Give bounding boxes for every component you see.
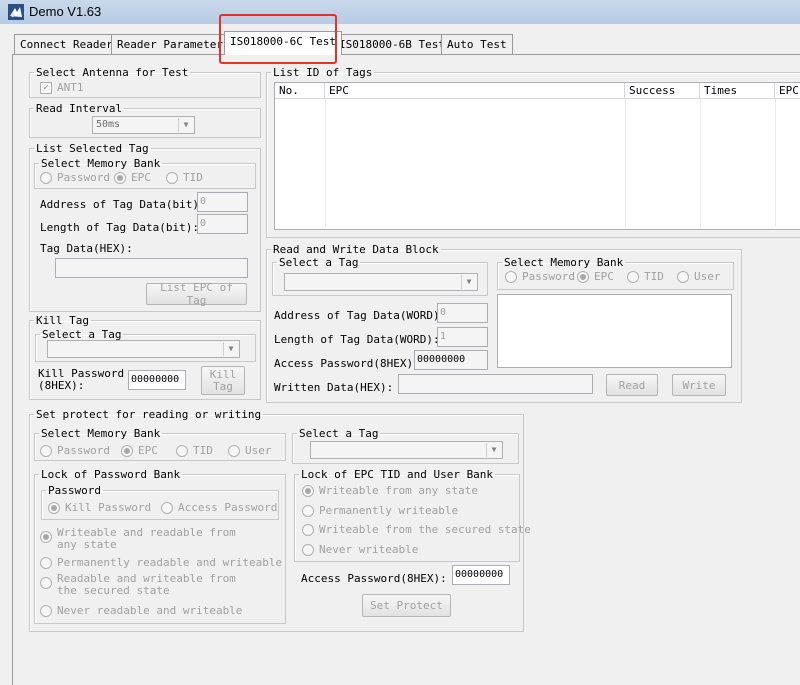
ant1-label: ANT1 — [57, 81, 84, 94]
tag-list-grid[interactable]: No. EPC Success Times EPC — [274, 82, 800, 230]
list-length-input[interactable]: 0 — [197, 214, 248, 234]
kill-tag-select[interactable]: ▼ — [47, 340, 240, 358]
window-title: Demo V1.63 — [29, 4, 102, 19]
chevron-down-icon: ▼ — [178, 118, 193, 132]
rw-access-label: Access Password(8HEX): — [274, 357, 420, 370]
rw-mem-tid-radio[interactable]: TID — [627, 270, 664, 283]
read-interval-legend: Read Interval — [36, 102, 123, 115]
tab-auto-test[interactable]: Auto Test — [441, 34, 513, 55]
lock-password-legend: Lock of Password Bank — [41, 468, 181, 481]
protect-legend: Set protect for reading or writing — [36, 408, 262, 421]
rw-written-input[interactable] — [398, 374, 593, 394]
protect-tag-select[interactable]: ▼ — [310, 441, 503, 459]
protect-mem-epc-radio[interactable]: EPC — [121, 444, 158, 457]
rw-legend: Read and Write Data Block — [273, 243, 439, 256]
kill-tag-button[interactable]: Kill Tag — [201, 366, 245, 395]
kill-password-label: Kill Password (8HEX): — [38, 367, 125, 392]
chevron-down-icon: ▼ — [461, 275, 476, 289]
pwd-state-writeable-any-radio[interactable]: Writeable and readable from any state — [40, 527, 255, 551]
col-header-epc-2[interactable]: EPC — [775, 83, 800, 99]
kill-password-input[interactable]: 00000000 — [128, 370, 186, 390]
active-tab-highlight — [219, 14, 337, 64]
col-header-times[interactable]: Times — [700, 83, 775, 99]
tab-reader-parameters[interactable]: Reader Parameters — [111, 34, 236, 55]
checkbox-check-icon: ✓ — [40, 81, 52, 94]
lock-epc-legend: Lock of EPC TID and User Bank — [301, 468, 494, 481]
list-mem-bank-legend: Select Memory Bank — [41, 157, 161, 170]
chevron-down-icon: ▼ — [223, 342, 238, 356]
protect-mem-user-radio[interactable]: User — [228, 444, 272, 457]
rw-tag-select[interactable]: ▼ — [284, 273, 478, 291]
set-protect-button[interactable]: Set Protect — [362, 594, 451, 617]
protect-mem-tid-radio[interactable]: TID — [176, 444, 213, 457]
chevron-down-icon: ▼ — [486, 443, 501, 457]
read-button[interactable]: Read — [606, 374, 658, 396]
tab-connect-reader[interactable]: Connect Reader — [14, 34, 119, 55]
rw-length-input[interactable]: 1 — [437, 327, 488, 347]
rw-address-input[interactable]: 0 — [437, 303, 488, 323]
protect-mem-password-radio[interactable]: Password — [40, 444, 110, 457]
kill-tag-legend: Kill Tag — [36, 314, 89, 327]
list-length-label: Length of Tag Data(bit): — [40, 221, 199, 234]
password-type-legend: Password — [48, 484, 101, 497]
access-password-radio[interactable]: Access Password — [161, 501, 277, 514]
title-bar — [0, 0, 800, 24]
rw-address-label: Address of Tag Data(WORD): — [274, 309, 447, 322]
rw-mem-user-radio[interactable]: User — [677, 270, 721, 283]
list-id-legend: List ID of Tags — [273, 66, 373, 79]
rw-mem-password-radio[interactable]: Password — [505, 270, 575, 283]
col-header-no[interactable]: No. — [275, 83, 325, 99]
list-selected-tag-legend: List Selected Tag — [36, 142, 149, 155]
list-tagdata-label: Tag Data(HEX): — [40, 242, 133, 255]
tab-iso18000-6b-test[interactable]: IS018000-6B Test — [333, 34, 451, 55]
protect-mem-bank-legend: Select Memory Bank — [41, 427, 161, 440]
col-header-epc[interactable]: EPC — [325, 83, 625, 99]
list-address-input[interactable]: 0 — [197, 192, 248, 212]
read-interval-select[interactable]: 50ms ▼ — [92, 116, 195, 134]
rw-data-memo[interactable] — [497, 294, 732, 368]
pwd-state-permanent-radio[interactable]: Permanently readable and writeable — [40, 556, 282, 569]
protect-access-input[interactable]: 00000000 — [452, 565, 510, 585]
write-button[interactable]: Write — [672, 374, 726, 396]
rw-mem-bank-legend: Select Memory Bank — [504, 256, 624, 269]
list-tagdata-input[interactable] — [55, 258, 248, 278]
ant1-checkbox[interactable]: ✓ ANT1 — [40, 81, 84, 94]
epc-state-writeable-any-radio[interactable]: Writeable from any state — [302, 484, 478, 497]
rw-mem-epc-radio[interactable]: EPC — [577, 270, 614, 283]
list-mem-tid-radio[interactable]: TID — [166, 171, 203, 184]
read-interval-value: 50ms — [96, 119, 121, 130]
list-address-label: Address of Tag Data(bit): — [40, 198, 206, 211]
protect-select-tag-legend: Select a Tag — [299, 427, 379, 440]
app-icon — [8, 4, 24, 20]
list-epc-button[interactable]: List EPC of Tag — [146, 281, 247, 307]
list-mem-epc-radio[interactable]: EPC — [114, 171, 151, 184]
rw-access-input[interactable]: 00000000 — [414, 350, 488, 370]
list-mem-password-radio[interactable]: Password — [40, 171, 110, 184]
kill-password-radio[interactable]: Kill Password — [48, 501, 151, 514]
pwd-state-secured-radio[interactable]: Readable and writeable from the secured … — [40, 573, 255, 597]
col-header-success[interactable]: Success — [625, 83, 700, 99]
rw-length-label: Length of Tag Data(WORD): — [274, 333, 440, 346]
rw-select-tag-legend: Select a Tag — [279, 256, 359, 269]
epc-state-secured-radio[interactable]: Writeable from the secured state — [302, 523, 531, 536]
protect-access-label: Access Password(8HEX): — [301, 572, 447, 585]
pwd-state-never-radio[interactable]: Never readable and writeable — [40, 604, 242, 617]
antenna-legend: Select Antenna for Test — [36, 66, 189, 79]
epc-state-permanent-radio[interactable]: Permanently writeable — [302, 504, 458, 517]
rw-written-label: Written Data(HEX): — [274, 381, 394, 394]
epc-state-never-radio[interactable]: Never writeable — [302, 543, 418, 556]
